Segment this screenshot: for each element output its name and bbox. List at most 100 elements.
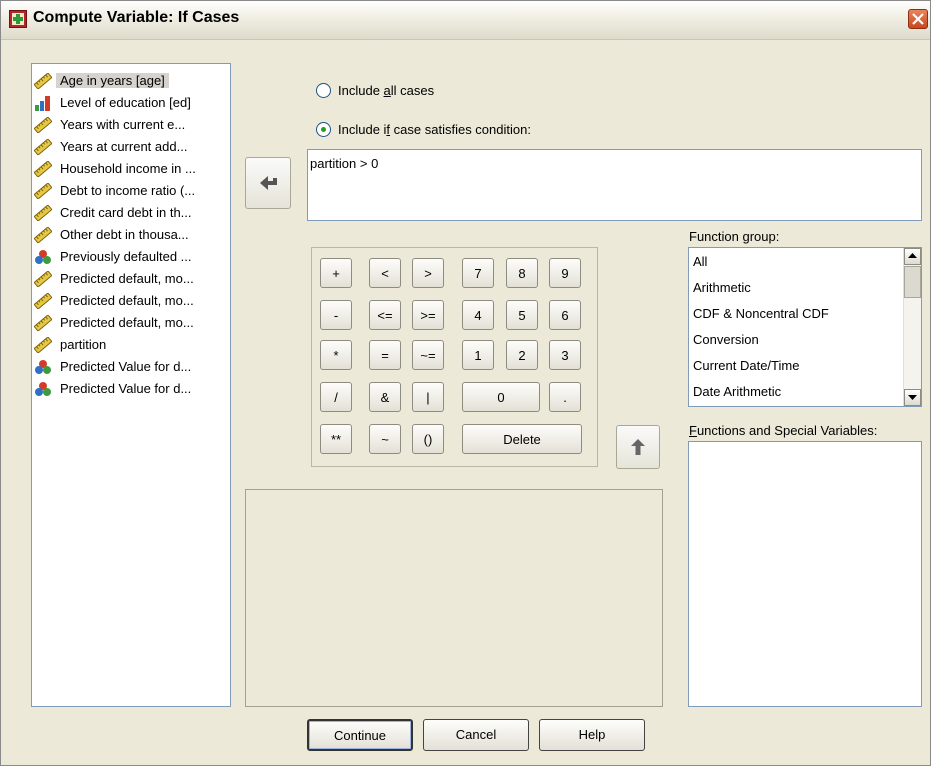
condition-expression-text: partition > 0	[310, 156, 379, 171]
close-button[interactable]	[908, 9, 928, 29]
key-8[interactable]: 8	[506, 258, 538, 288]
ruler-scale-icon	[33, 160, 53, 178]
variable-item[interactable]: Other debt in thousa...	[32, 224, 230, 246]
key-1[interactable]: 1	[462, 340, 494, 370]
variable-label: partition	[60, 337, 107, 352]
key-delete[interactable]: Delete	[462, 424, 582, 454]
function-group-item[interactable]: Current Date/Time	[693, 358, 799, 373]
key-divide[interactable]: /	[320, 382, 352, 412]
variable-label: Years at current add...	[60, 139, 188, 154]
ruler-scale-icon	[33, 138, 53, 156]
key-less-than[interactable]: <	[369, 258, 401, 288]
function-group-item[interactable]: Conversion	[693, 332, 759, 347]
variable-label: Previously defaulted ...	[60, 249, 192, 264]
function-group-item[interactable]: CDF & Noncentral CDF	[693, 306, 829, 321]
variable-item[interactable]: Years at current add...	[32, 136, 230, 158]
variable-label: Predicted Value for d...	[60, 381, 192, 396]
key-5[interactable]: 5	[506, 300, 538, 330]
scroll-down-button[interactable]	[904, 389, 921, 406]
title-bar[interactable]: Compute Variable: If Cases	[1, 1, 930, 40]
key-4[interactable]: 4	[462, 300, 494, 330]
include-if-case-radio[interactable]	[316, 122, 331, 137]
ruler-scale-icon	[33, 72, 53, 90]
variable-item[interactable]: Predicted Value for d...	[32, 378, 230, 400]
variable-item[interactable]: Previously defaulted ...	[32, 246, 230, 268]
scroll-up-icon	[908, 253, 917, 258]
variable-item[interactable]: Credit card debt in th...	[32, 202, 230, 224]
key-decimal[interactable]: .	[549, 382, 581, 412]
arrow-right-icon	[260, 176, 277, 190]
variable-item[interactable]: Household income in ...	[32, 158, 230, 180]
function-group-item[interactable]: Arithmetic	[693, 280, 751, 295]
condition-expression-input[interactable]: partition > 0	[307, 149, 922, 221]
calculator-keypad: + < > 7 8 9 - <= >= 4 5 6 * = ~= 1 2 3 /…	[311, 247, 598, 467]
functions-special-list[interactable]	[688, 441, 922, 707]
include-all-cases-label: Include all cases	[338, 83, 435, 98]
key-greater-than[interactable]: >	[412, 258, 444, 288]
key-minus[interactable]: -	[320, 300, 352, 330]
variable-item[interactable]: Predicted default, mo...	[32, 268, 230, 290]
function-group-item[interactable]: Date Arithmetic	[693, 384, 781, 399]
variable-item[interactable]: Debt to income ratio (...	[32, 180, 230, 202]
key-parentheses[interactable]: ()	[412, 424, 444, 454]
key-equal[interactable]: =	[369, 340, 401, 370]
key-2[interactable]: 2	[506, 340, 538, 370]
key-9[interactable]: 9	[549, 258, 581, 288]
ruler-scale-icon	[33, 116, 53, 134]
key-power[interactable]: **	[320, 424, 352, 454]
key-not-equal[interactable]: ~=	[412, 340, 444, 370]
function-group-item[interactable]: All	[693, 254, 707, 269]
window-title: Compute Variable: If Cases	[33, 9, 240, 26]
key-3[interactable]: 3	[549, 340, 581, 370]
variable-item[interactable]: Age in years [age]	[32, 70, 230, 92]
insert-function-button[interactable]	[616, 425, 660, 469]
key-less-equal[interactable]: <=	[369, 300, 401, 330]
variable-label: Household income in ...	[60, 161, 196, 176]
variable-label: Age in years [age]	[56, 73, 169, 88]
key-0[interactable]: 0	[462, 382, 540, 412]
functions-special-label: Functions and Special Variables:	[689, 423, 878, 438]
include-all-cases-option[interactable]: Include all cases	[316, 83, 496, 99]
key-or[interactable]: |	[412, 382, 444, 412]
continue-button[interactable]: Continue	[307, 719, 413, 751]
scroll-up-button[interactable]	[904, 248, 921, 265]
key-greater-equal[interactable]: >=	[412, 300, 444, 330]
variable-label: Predicted default, mo...	[60, 293, 194, 308]
variable-label: Debt to income ratio (...	[60, 183, 196, 198]
variable-item[interactable]: partition	[32, 334, 230, 356]
include-all-cases-radio[interactable]	[316, 83, 331, 98]
compute-if-cases-dialog: Compute Variable: If Cases Age in years …	[0, 0, 931, 766]
key-not[interactable]: ~	[369, 424, 401, 454]
function-group-scrollbar[interactable]	[903, 248, 921, 406]
key-plus[interactable]: +	[320, 258, 352, 288]
function-group-label: Function group:	[689, 229, 780, 244]
cancel-button[interactable]: Cancel	[423, 719, 529, 751]
key-7[interactable]: 7	[462, 258, 494, 288]
variable-item[interactable]: Predicted default, mo...	[32, 290, 230, 312]
help-button[interactable]: Help	[539, 719, 645, 751]
scroll-thumb[interactable]	[904, 266, 921, 298]
ruler-scale-icon	[33, 226, 53, 244]
nominal-balls-icon	[34, 249, 52, 265]
nominal-balls-icon	[34, 381, 52, 397]
source-variable-list[interactable]: Age in years [age] Level of education [ed…	[31, 63, 231, 707]
ruler-scale-icon	[33, 336, 53, 354]
ruler-scale-icon	[33, 182, 53, 200]
variable-item[interactable]: Level of education [ed]	[32, 92, 230, 114]
key-multiply[interactable]: *	[320, 340, 352, 370]
variable-item[interactable]: Predicted Value for d...	[32, 356, 230, 378]
variable-label: Predicted Value for d...	[60, 359, 192, 374]
variable-label: Predicted default, mo...	[60, 315, 194, 330]
function-group-list[interactable]: Date Arithmetic Current Date/Time Conversi…	[688, 247, 922, 407]
include-if-case-option[interactable]: Include if case satisfies condition:	[316, 122, 596, 138]
variable-item[interactable]: Years with current e...	[32, 114, 230, 136]
variable-item[interactable]: Predicted default, mo...	[32, 312, 230, 334]
variable-label: Years with current e...	[60, 117, 186, 132]
ruler-scale-icon	[33, 292, 53, 310]
variable-label: Level of education [ed]	[60, 95, 191, 110]
move-variable-button[interactable]	[245, 157, 291, 209]
key-6[interactable]: 6	[549, 300, 581, 330]
arrow-up-icon	[631, 439, 645, 455]
key-and[interactable]: &	[369, 382, 401, 412]
variable-label: Predicted default, mo...	[60, 271, 194, 286]
